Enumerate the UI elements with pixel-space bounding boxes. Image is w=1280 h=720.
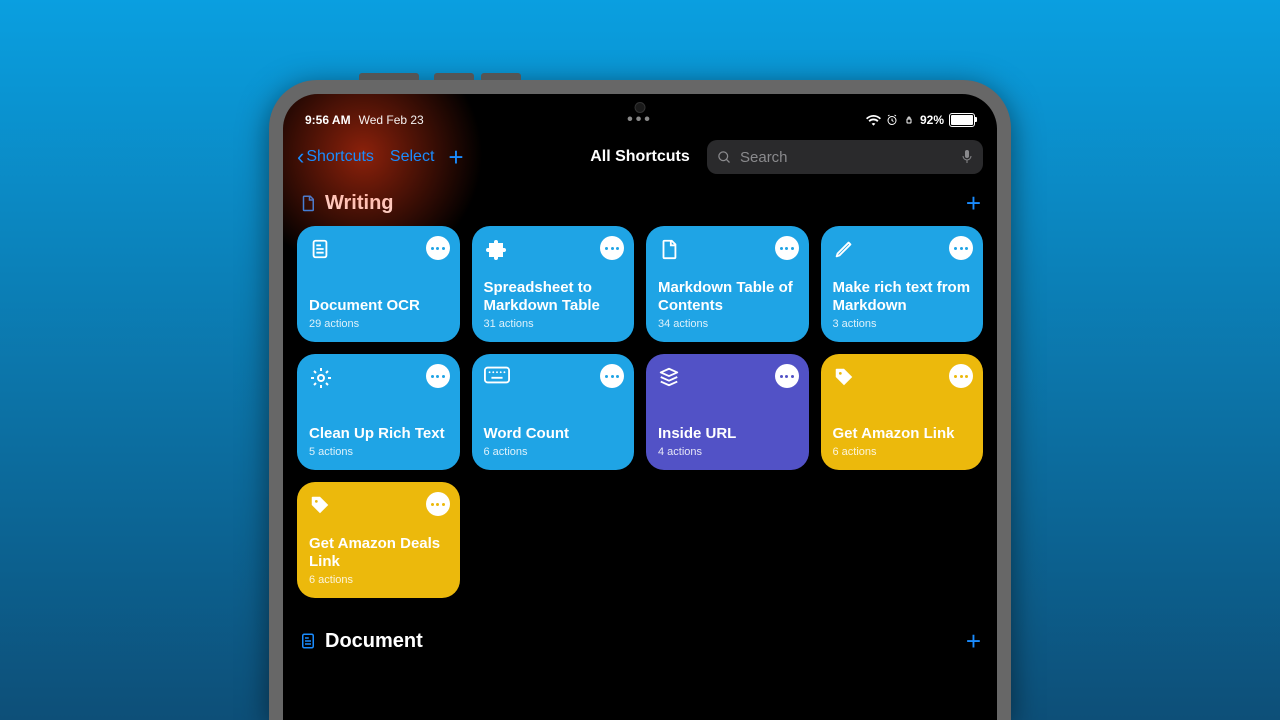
wallpaper: 9:56 AM Wed Feb 23 ••• 92% — [0, 0, 1280, 720]
tile-options-button[interactable] — [426, 364, 450, 388]
gear-icon — [309, 366, 335, 392]
screen: 9:56 AM Wed Feb 23 ••• 92% — [283, 94, 997, 720]
section-header[interactable]: Document + — [297, 622, 983, 664]
shortcut-tile[interactable]: Clean Up Rich Text 5 actions — [297, 354, 460, 470]
wifi-icon — [866, 114, 881, 126]
tile-subtitle: 29 actions — [309, 318, 448, 330]
shortcut-tile[interactable]: Word Count 6 actions — [472, 354, 635, 470]
hardware-buttons — [359, 73, 659, 80]
shortcut-tile[interactable]: Document OCR 29 actions — [297, 226, 460, 342]
shortcut-grid: Document OCR 29 actions Spreadsheet to M… — [297, 226, 983, 598]
scan-doc-icon — [299, 632, 317, 650]
lock-rotation-icon — [903, 114, 915, 126]
status-bar: 9:56 AM Wed Feb 23 ••• 92% — [283, 94, 997, 136]
scan-doc-icon — [309, 238, 335, 264]
battery-icon — [949, 113, 975, 127]
back-button[interactable]: ‹ Shortcuts — [297, 146, 374, 168]
tile-subtitle: 3 actions — [833, 318, 972, 330]
tile-subtitle: 4 actions — [658, 446, 797, 458]
shortcut-tile[interactable]: Get Amazon Link 6 actions — [821, 354, 984, 470]
navigation-bar: ‹ Shortcuts Select + All Shortcuts — [283, 136, 997, 178]
tile-options-button[interactable] — [426, 492, 450, 516]
search-input[interactable] — [738, 148, 955, 167]
puzzle-icon — [484, 238, 510, 264]
tile-options-button[interactable] — [775, 364, 799, 388]
tile-options-button[interactable] — [600, 364, 624, 388]
tile-title: Inside URL — [658, 425, 797, 443]
tile-subtitle: 31 actions — [484, 318, 623, 330]
alarm-icon — [886, 114, 898, 126]
keyboard-icon — [484, 366, 510, 392]
status-time: 9:56 AM — [305, 113, 351, 127]
tile-subtitle: 34 actions — [658, 318, 797, 330]
add-to-section-button[interactable]: + — [966, 190, 981, 216]
shortcut-tile[interactable]: Make rich text from Markdown 3 actions — [821, 226, 984, 342]
ipad-frame: 9:56 AM Wed Feb 23 ••• 92% — [269, 80, 1011, 720]
document-icon — [299, 194, 317, 212]
tag-icon — [833, 366, 859, 392]
tile-title: Make rich text from Markdown — [833, 279, 972, 315]
tile-options-button[interactable] — [775, 236, 799, 260]
tile-options-button[interactable] — [600, 236, 624, 260]
tile-options-button[interactable] — [949, 364, 973, 388]
stack-icon — [658, 366, 684, 392]
section-title: Writing — [325, 192, 394, 215]
multitask-dots[interactable]: ••• — [627, 111, 653, 129]
search-field[interactable] — [707, 140, 983, 174]
tile-options-button[interactable] — [949, 236, 973, 260]
pencil-icon — [833, 238, 859, 264]
tag-icon — [309, 494, 335, 520]
tile-subtitle: 6 actions — [484, 446, 623, 458]
shortcut-tile[interactable]: Spreadsheet to Markdown Table 31 actions — [472, 226, 635, 342]
section-header[interactable]: Writing + — [297, 184, 983, 226]
tile-title: Clean Up Rich Text — [309, 425, 448, 443]
new-shortcut-button[interactable]: + — [448, 144, 463, 170]
shortcut-tile[interactable]: Inside URL 4 actions — [646, 354, 809, 470]
tile-subtitle: 5 actions — [309, 446, 448, 458]
mic-icon[interactable] — [961, 149, 973, 165]
tile-subtitle: 6 actions — [833, 446, 972, 458]
document-icon — [658, 238, 684, 264]
tile-title: Spreadsheet to Markdown Table — [484, 279, 623, 315]
shortcut-tile[interactable]: Markdown Table of Contents 34 actions — [646, 226, 809, 342]
tile-title: Document OCR — [309, 297, 448, 315]
tile-options-button[interactable] — [426, 236, 450, 260]
tile-title: Get Amazon Link — [833, 425, 972, 443]
tile-title: Markdown Table of Contents — [658, 279, 797, 315]
tile-subtitle: 6 actions — [309, 574, 448, 586]
tile-title: Get Amazon Deals Link — [309, 535, 448, 571]
select-button[interactable]: Select — [390, 148, 434, 166]
shortcut-tile[interactable]: Get Amazon Deals Link 6 actions — [297, 482, 460, 598]
back-label: Shortcuts — [306, 148, 374, 166]
search-icon — [717, 150, 732, 165]
tile-title: Word Count — [484, 425, 623, 443]
add-to-section-button[interactable]: + — [966, 628, 981, 654]
battery-percent: 92% — [920, 113, 944, 127]
section-title: Document — [325, 630, 423, 653]
chevron-left-icon: ‹ — [297, 146, 304, 168]
status-date: Wed Feb 23 — [359, 113, 424, 127]
